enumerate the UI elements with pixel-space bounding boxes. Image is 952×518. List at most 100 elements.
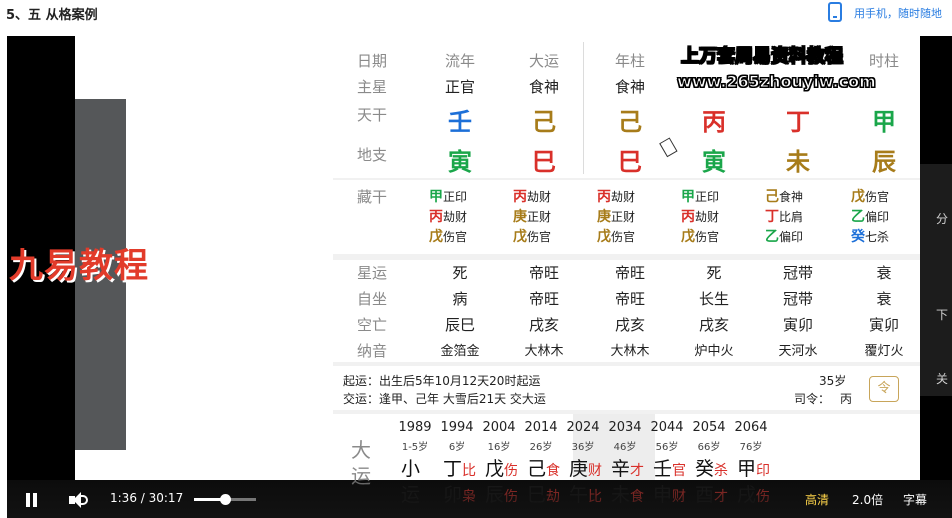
dayun-ganzhi: 小 [401, 454, 420, 481]
stat-cell: 戌亥 [698, 316, 729, 334]
col-header: 流年 [444, 52, 475, 70]
ling-icon[interactable]: 令 [869, 376, 899, 402]
dayun-stem: 甲 [737, 458, 757, 480]
lesson-title: 5、五 从格案例 [6, 8, 98, 23]
hidden-stem-item: 戊伤官 [681, 226, 719, 246]
hidden-stem-char: 庚 [513, 209, 527, 225]
column-divider [583, 42, 584, 174]
hidden-stem-item: 庚正财 [597, 206, 635, 226]
hidden-stem-char: 乙 [851, 209, 865, 225]
dayun-god: 食 [546, 463, 561, 479]
heaven-stem: 甲 [872, 108, 896, 136]
stat-cell: 帝旺 [614, 264, 645, 282]
side-panel-item[interactable]: 下 [936, 306, 948, 323]
hidden-stem-char: 戊 [513, 229, 527, 245]
dayun-label-1: 大 [351, 438, 371, 462]
hidden-stem-char: 丙 [429, 209, 443, 225]
hidden-stem-item: 丙劫财 [597, 186, 635, 206]
hidden-stem-god: 劫财 [527, 190, 552, 204]
dayun-stem: 庚 [569, 458, 589, 480]
stat-cell: 死 [452, 264, 468, 282]
stat-cell: 天河水 [778, 344, 818, 359]
hidden-stem-char: 丙 [597, 189, 611, 205]
site-watermark-url: www.265zhouyiw.com [677, 72, 877, 92]
dayun-stem: 丁 [443, 458, 463, 480]
earth-branch: 辰 [872, 148, 896, 176]
main-star: 食神 [528, 78, 559, 96]
hidden-stem-char: 甲 [429, 189, 443, 205]
dayun-ganzhi: 戊伤 [485, 454, 518, 481]
siling-label: 司令： [794, 392, 831, 406]
speed-button[interactable]: 2.0倍 [852, 491, 883, 508]
jiaoyun-text: 交运：逢甲、己年 大雪后21天 交大运 [343, 392, 546, 406]
section-divider [333, 178, 920, 180]
hidden-stem-item: 甲正印 [681, 186, 719, 206]
hidden-stem-god: 伤官 [527, 230, 552, 244]
dayun-ganzhi: 甲印 [737, 454, 770, 481]
row-label-hidden-stems: 藏干 [357, 188, 388, 206]
hidden-stem-char: 丙 [681, 209, 695, 225]
heaven-stem: 己 [532, 108, 556, 136]
channel-watermark: 九易教程 [9, 246, 149, 286]
hidden-stem-god: 正财 [527, 210, 552, 224]
hidden-stem-char: 戊 [851, 189, 865, 205]
side-panel-item[interactable]: 分 [936, 210, 948, 227]
dayun-ganzhi: 辛才 [611, 454, 644, 481]
hidden-stem-item: 丁比肩 [765, 206, 803, 226]
stat-cell: 冠带 [782, 290, 813, 308]
side-panel-item[interactable]: 关 [936, 370, 948, 387]
dayun-god: 杀 [714, 463, 729, 479]
hidden-stem-item: 甲正印 [429, 186, 467, 206]
main-star: 正官 [444, 78, 475, 96]
video-controls: 1:36 / 30:17 高清 2.0倍 字幕 [7, 480, 952, 518]
dayun-ganzhi: 庚财 [569, 454, 602, 481]
hidden-stem-item: 戊伤官 [597, 226, 635, 246]
mobile-link[interactable]: 用手机，随时随地 [854, 5, 952, 21]
video-player[interactable]: 九易教程 日期 主星 天干 地支 流年 正官 壬 寅 大运 食神 己 巳 年柱 … [7, 36, 952, 518]
hidden-stem-char: 戊 [681, 229, 695, 245]
col-header: 年柱 [614, 52, 645, 70]
stat-cell: 病 [452, 290, 468, 308]
heaven-stem: 丁 [786, 108, 810, 136]
dayun-god: 比 [462, 463, 477, 479]
dayun-stem: 癸 [695, 458, 715, 480]
hidden-stem-god: 比肩 [779, 210, 804, 224]
stat-cell: 帝旺 [614, 290, 645, 308]
earth-branch: 寅 [448, 148, 472, 176]
col-header: 时柱 [868, 52, 899, 70]
hidden-stem-god: 伤官 [695, 230, 720, 244]
row-label-main-star: 主星 [357, 78, 388, 96]
dayun-stem: 壬 [653, 458, 673, 480]
top-bar: 5、五 从格案例 用手机，随时随地 [0, 0, 952, 36]
dayun-ganzhi: 己食 [527, 454, 560, 481]
siling-value: 丙 [840, 392, 853, 406]
dayun-ganzhi: 癸杀 [695, 454, 728, 481]
section-divider [333, 362, 920, 366]
dayun-stem: 小 [401, 458, 421, 480]
stat-cell: 冠带 [782, 264, 813, 282]
dayun-god: 财 [588, 463, 603, 479]
row-label-self-seat: 自坐 [357, 290, 388, 308]
hidden-stem-god: 食神 [779, 190, 804, 204]
quality-button[interactable]: 高清 [805, 491, 829, 508]
progress-handle[interactable] [220, 494, 231, 505]
stat-cell: 覆灯火 [864, 344, 904, 359]
hidden-stem-god: 劫财 [695, 210, 720, 224]
hidden-stem-god: 伤官 [611, 230, 636, 244]
current-age: 35岁 [819, 374, 847, 388]
subtitle-button[interactable]: 字幕 [903, 491, 927, 508]
earth-branch: 巳 [532, 148, 556, 176]
phone-icon[interactable] [828, 2, 842, 22]
row-label-nayin: 纳音 [357, 342, 388, 360]
dayun-age: 76岁 [739, 442, 763, 453]
side-panel[interactable]: 分 下 关 [920, 164, 952, 396]
row-label-date: 日期 [357, 52, 388, 70]
stat-cell: 戌亥 [614, 316, 645, 334]
volume-icon[interactable] [69, 491, 89, 509]
row-label-heaven-stem: 天干 [357, 106, 388, 124]
pause-icon[interactable] [25, 493, 39, 507]
earth-branch: 寅 [702, 148, 726, 176]
hidden-stem-god: 伤官 [443, 230, 468, 244]
dayun-stem: 己 [527, 458, 547, 480]
hidden-stem-god: 正印 [695, 190, 720, 204]
